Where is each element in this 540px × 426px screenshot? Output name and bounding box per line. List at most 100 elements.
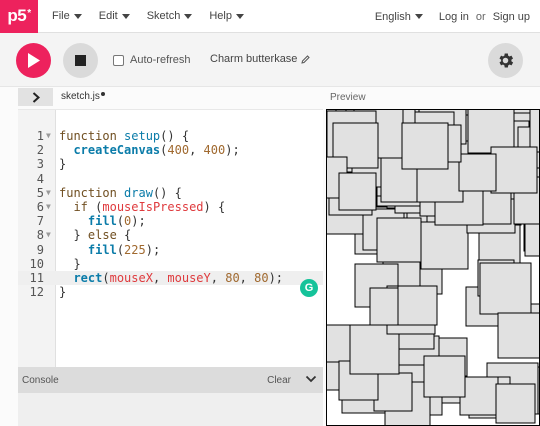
code-lines[interactable]: 1 ▼ function setup() {2 createCanvas(400, … bbox=[18, 129, 323, 299]
sketch-rect bbox=[495, 383, 536, 424]
console-output bbox=[18, 393, 323, 426]
caret-down-icon bbox=[235, 13, 244, 19]
sketch-rect bbox=[401, 122, 449, 170]
language-dropdown[interactable]: English bbox=[375, 11, 423, 23]
play-icon bbox=[28, 53, 40, 68]
line-number: 9 bbox=[36, 242, 44, 257]
code-line[interactable]: 4 bbox=[18, 172, 323, 186]
fold-arrow-icon[interactable]: ▼ bbox=[46, 129, 51, 143]
login-link[interactable]: Log in bbox=[439, 11, 469, 23]
code-text: createCanvas(400, 400); bbox=[73, 143, 240, 158]
grammarly-badge[interactable]: G bbox=[300, 279, 318, 297]
file-tab-sketch[interactable]: sketch.js bbox=[61, 91, 105, 102]
console-header: Console Clear bbox=[18, 367, 323, 393]
chevron-right-icon bbox=[32, 91, 40, 103]
line-number: 12 bbox=[29, 285, 44, 300]
code-line[interactable]: 12} bbox=[18, 285, 323, 299]
sketch-rect bbox=[338, 172, 377, 211]
code-editor[interactable]: 1 ▼ function setup() {2 createCanvas(400, … bbox=[18, 109, 323, 368]
code-text: if (mouseIsPressed) { bbox=[73, 199, 226, 214]
menu-sketch[interactable]: Sketch bbox=[147, 10, 193, 22]
sketch-rect bbox=[497, 312, 540, 359]
code-line[interactable]: 9 fill(225); bbox=[18, 243, 323, 257]
caret-down-icon bbox=[414, 14, 423, 20]
fold-arrow-icon[interactable]: ▼ bbox=[46, 200, 51, 214]
stop-button[interactable] bbox=[63, 43, 98, 78]
code-text: function setup() { bbox=[59, 129, 190, 143]
code-text: } bbox=[59, 157, 67, 172]
fold-arrow-icon[interactable]: ▼ bbox=[46, 186, 51, 200]
sketch-rect bbox=[326, 324, 353, 363]
sketch-rect bbox=[376, 217, 422, 263]
code-text: rect(mouseX, mouseY, 80, 80); bbox=[73, 270, 284, 285]
code-line[interactable]: 6 ▼ if (mouseIsPressed) { bbox=[18, 200, 323, 214]
line-number: 10 bbox=[29, 256, 44, 271]
code-line[interactable]: 5 ▼ function draw() { bbox=[18, 186, 323, 200]
line-number: 8 bbox=[36, 228, 44, 243]
line-number: 11 bbox=[29, 270, 44, 285]
settings-button[interactable] bbox=[488, 43, 523, 78]
caret-down-icon bbox=[121, 13, 130, 19]
sketch-name[interactable]: Charm butterkase bbox=[210, 53, 311, 65]
sketch-rect bbox=[479, 262, 532, 315]
menu-file[interactable]: File bbox=[52, 10, 82, 22]
line-number: 1 bbox=[36, 129, 44, 143]
or-text: or bbox=[475, 10, 486, 23]
line-number: 2 bbox=[36, 143, 44, 158]
code-line[interactable]: 11 rect(mouseX, mouseY, 80, 80); bbox=[18, 270, 323, 286]
menu-help[interactable]: Help bbox=[209, 10, 244, 22]
code-line[interactable]: 3} bbox=[18, 157, 323, 171]
preview-canvas[interactable] bbox=[326, 109, 540, 426]
caret-down-icon bbox=[73, 13, 82, 19]
top-nav: p5 * File Edit Sketch Help English Log in… bbox=[0, 0, 540, 33]
sketch-rect bbox=[458, 153, 497, 192]
stop-icon bbox=[75, 55, 86, 66]
file-tab-label: sketch.js bbox=[61, 91, 100, 102]
sketch-rect bbox=[423, 355, 466, 398]
sketch-name-text: Charm butterkase bbox=[210, 53, 298, 65]
line-number: 7 bbox=[36, 214, 44, 229]
sketch-rect bbox=[529, 109, 540, 153]
code-line[interactable]: 8 ▼ } else { bbox=[18, 228, 323, 242]
sketch-rect bbox=[420, 221, 469, 270]
caret-down-icon bbox=[184, 13, 193, 19]
line-number: 4 bbox=[36, 171, 44, 186]
auto-refresh-toggle[interactable]: Auto-refresh bbox=[113, 54, 191, 66]
code-text: } else { bbox=[59, 228, 132, 243]
main-menu: File Edit Sketch Help bbox=[52, 10, 261, 22]
line-number: 3 bbox=[36, 157, 44, 172]
console-clear-button[interactable]: Clear bbox=[267, 375, 291, 386]
pencil-icon[interactable] bbox=[301, 54, 311, 64]
sketch-rect bbox=[459, 376, 499, 416]
code-line[interactable]: 2 createCanvas(400, 400); bbox=[18, 143, 323, 157]
toolbar: Auto-refresh Charm butterkase bbox=[0, 33, 540, 87]
code-text: fill(0); bbox=[87, 214, 146, 229]
chevron-down-icon[interactable] bbox=[305, 373, 317, 385]
fold-arrow-icon[interactable]: ▼ bbox=[46, 228, 51, 242]
account-nav: English Log in or Sign up bbox=[375, 0, 530, 33]
gear-icon bbox=[499, 53, 514, 68]
code-line[interactable]: 1 ▼ function setup() { bbox=[18, 129, 323, 143]
play-button[interactable] bbox=[16, 43, 51, 78]
code-line[interactable]: 7 fill(0); bbox=[18, 214, 323, 228]
sketch-rect bbox=[373, 372, 413, 412]
line-number: 5 bbox=[36, 185, 44, 200]
unsaved-dot bbox=[100, 92, 105, 96]
code-text: } bbox=[59, 285, 67, 300]
tab-row: sketch.js Preview bbox=[0, 87, 540, 109]
sketch-canvas[interactable] bbox=[326, 109, 540, 426]
menu-edit[interactable]: Edit bbox=[99, 10, 130, 22]
sketch-rect bbox=[490, 146, 538, 194]
expand-sidebar-button[interactable] bbox=[18, 88, 53, 106]
preview-label: Preview bbox=[330, 92, 366, 103]
auto-refresh-checkbox[interactable] bbox=[113, 54, 124, 66]
p5-logo[interactable]: p5 * bbox=[0, 0, 38, 33]
sketch-rect bbox=[467, 109, 515, 154]
code-line[interactable]: 10 } bbox=[18, 257, 323, 271]
auto-refresh-label: Auto-refresh bbox=[130, 54, 191, 66]
sketch-rect bbox=[397, 285, 438, 326]
console-title: Console bbox=[22, 374, 59, 386]
line-number: 6 bbox=[36, 199, 44, 214]
signup-link[interactable]: Sign up bbox=[493, 11, 530, 23]
code-text: function draw() { bbox=[59, 185, 182, 200]
